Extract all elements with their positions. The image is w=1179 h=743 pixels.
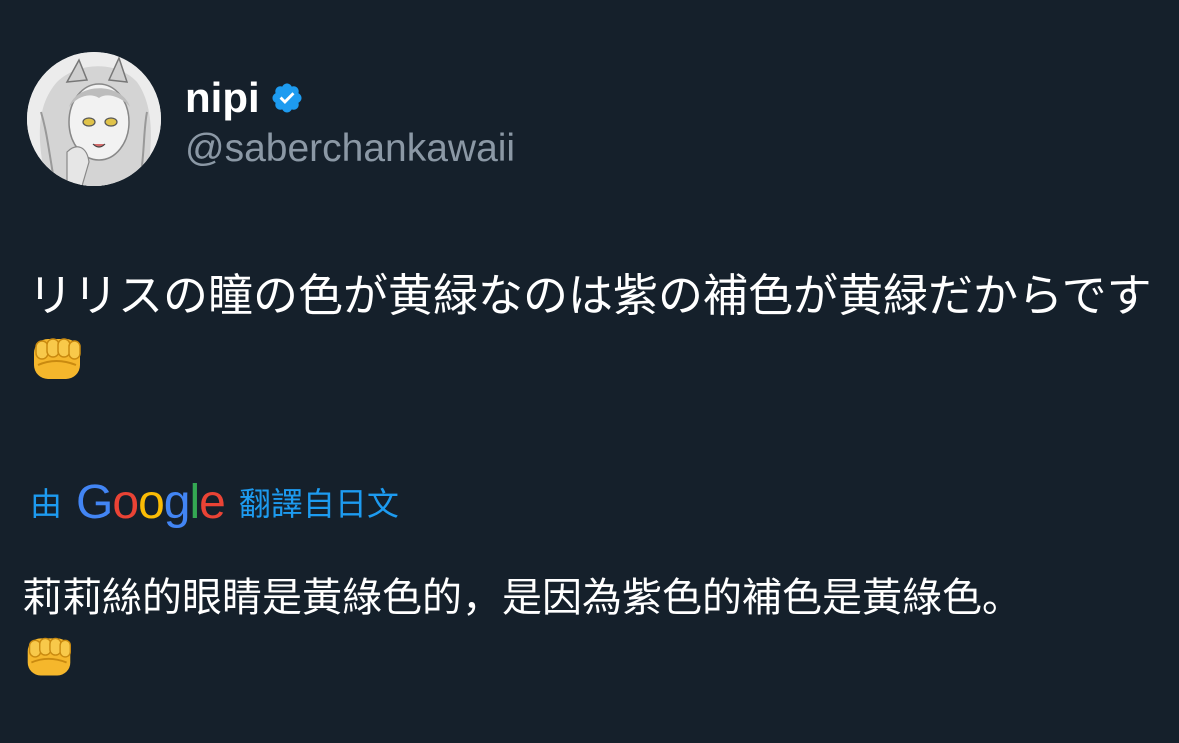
- verified-badge-icon: [272, 83, 302, 113]
- avatar[interactable]: [27, 52, 161, 186]
- avatar-image: [27, 52, 161, 186]
- tweet-text: リリスの瞳の色が黄緑なのは紫の補色が黄緑だからです: [28, 262, 1158, 404]
- translation-prefix: 由: [30, 485, 63, 523]
- name-row: nipi: [185, 70, 304, 126]
- oncoming-fist-icon: [28, 331, 86, 404]
- translation-suffix: 翻譯自日文: [238, 485, 399, 523]
- translation-attribution[interactable]: 由 Google 翻譯自日文: [30, 474, 399, 530]
- translated-text: 莉莉絲的眼睛是黃綠色的，是因為紫色的補色是黃綠色。: [22, 565, 1162, 701]
- tweet-header: nipi @saberchankawaii: [27, 52, 1127, 186]
- oncoming-fist-icon: [22, 631, 76, 701]
- display-name[interactable]: nipi: [185, 77, 260, 119]
- translated-body: 莉莉絲的眼睛是黃綠色的，是因為紫色的補色是黃綠色。: [22, 575, 1022, 621]
- user-handle[interactable]: @saberchankawaii: [185, 127, 515, 171]
- tweet-body: リリスの瞳の色が黄緑なのは紫の補色が黄緑だからです: [28, 269, 1152, 322]
- google-logo: Google: [76, 475, 226, 529]
